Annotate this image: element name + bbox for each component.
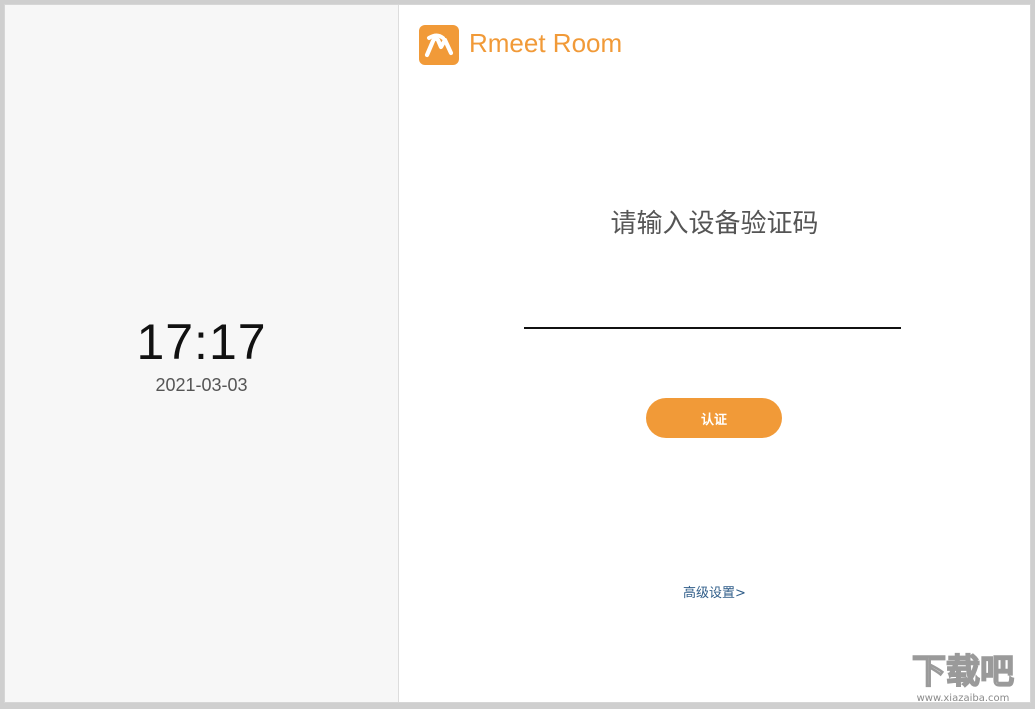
advanced-settings-link[interactable]: 高级设置> (399, 582, 1030, 601)
clock-time: 17:17 (136, 314, 267, 370)
verification-prompt: 请输入设备验证码 (610, 209, 819, 239)
rmeet-logo-icon (419, 25, 459, 65)
verify-button[interactable]: 认证 (646, 398, 782, 438)
verification-code-input[interactable] (524, 295, 901, 329)
verification-panel: Rmeet Room 请输入设备验证码 认证 高级设置> (399, 5, 1030, 702)
clock-date: 2021-03-03 (155, 375, 248, 395)
clock-panel: 17:17 2021-03-03 (5, 5, 399, 702)
watermark-logo: 下载吧 www.xiazaiba.com (899, 649, 1029, 705)
app-title: Rmeet Room (469, 28, 623, 58)
svg-text:www.xiazaiba.com: www.xiazaiba.com (917, 693, 1010, 704)
app-window: 17:17 2021-03-03 Rmeet Room 请输入设备验证码 认证 … (4, 4, 1031, 703)
svg-text:下载吧: 下载吧 (912, 652, 1014, 692)
